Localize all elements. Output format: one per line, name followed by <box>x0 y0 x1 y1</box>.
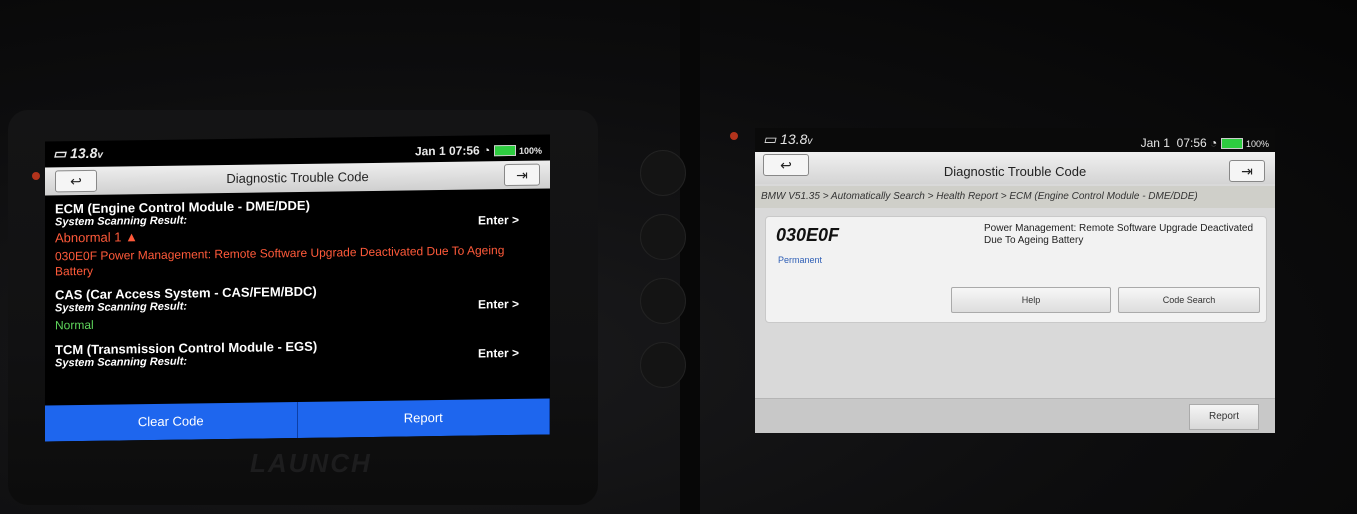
hardware-button[interactable] <box>640 278 686 324</box>
help-button[interactable]: Help <box>951 287 1111 313</box>
module-item-ecm[interactable]: ECM (Engine Control Module - DME/DDE) Sy… <box>55 195 545 280</box>
calendar-icon: ▭ <box>53 145 71 162</box>
status-normal: Normal <box>55 317 94 333</box>
screen-header: ↩ Diagnostic Trouble Code ⇥ <box>45 160 550 196</box>
voltage-readout: ▭ 13.8v <box>763 131 812 148</box>
battery-percent: 100% <box>518 145 542 156</box>
back-button[interactable]: ↩ <box>55 169 97 193</box>
exit-icon: ⇥ <box>1241 163 1253 179</box>
battery-icon <box>493 145 516 157</box>
clock: Jan 1 07:56 ◔ 100% <box>1141 136 1269 150</box>
voltage-value: 13.8 <box>780 131 808 147</box>
screen-header: ↩ Diagnostic Trouble Code ⇥ <box>755 152 1275 184</box>
exit-button[interactable]: ⇥ <box>504 163 540 187</box>
status-text: Abnormal 1 <box>55 229 122 246</box>
enter-button-cas[interactable]: Enter > <box>478 297 519 312</box>
report-button[interactable]: Report <box>1189 404 1259 430</box>
module-list: ECM (Engine Control Module - DME/DDE) Sy… <box>55 193 545 370</box>
battery-percent: 100% <box>1245 139 1269 149</box>
module-item-cas[interactable]: CAS (Car Access System - CAS/FEM/BDC) Sy… <box>55 281 545 333</box>
left-footer: Clear Code Report <box>45 398 550 442</box>
hardware-button[interactable] <box>640 150 686 196</box>
wifi-icon: ◔ <box>483 143 491 158</box>
right-footer: Report <box>755 398 1275 433</box>
voltage-unit: v <box>97 149 103 161</box>
voltage-readout: ▭ 13.8v <box>53 145 103 163</box>
exit-icon: ⇥ <box>516 166 528 183</box>
left-hardware-buttons <box>640 150 686 406</box>
time: 07:56 <box>1176 136 1207 150</box>
dtc-card: 030E0F Permanent Power Management: Remot… <box>765 216 1267 323</box>
left-led-indicator <box>32 172 40 180</box>
back-arrow-icon: ↩ <box>780 157 792 173</box>
dtc-state: Permanent <box>778 255 823 265</box>
hardware-button[interactable] <box>640 214 686 260</box>
clock: Jan 1 07:56 ◔ 100% <box>414 143 542 159</box>
left-screen: ▭ 13.8v Jan 1 07:56 ◔ 100% ↩ Diagnostic … <box>45 134 550 442</box>
back-arrow-icon: ↩ <box>70 173 82 190</box>
right-led-indicator <box>730 132 738 140</box>
dtc-code: 030E0F <box>776 225 840 245</box>
module-item-tcm[interactable]: TCM (Transmission Control Module - EGS) … <box>55 336 545 370</box>
clear-code-button[interactable]: Clear Code <box>45 402 298 442</box>
voltage-value: 13.8 <box>70 144 98 162</box>
date: Jan 1 <box>414 143 446 159</box>
warning-triangle-icon: ▲ <box>125 229 138 245</box>
brand-logo: LAUNCH <box>250 448 372 478</box>
voltage-unit: v <box>807 136 813 147</box>
calendar-icon: ▭ <box>763 131 781 147</box>
right-screen: ▭ 13.8v Jan 1 07:56 ◔ 100% ↩ Diagnostic … <box>755 128 1275 433</box>
breadcrumb: BMW V51.35 > Automatically Search > Heal… <box>755 186 1275 208</box>
exit-button[interactable]: ⇥ <box>1229 160 1265 182</box>
time: 07:56 <box>448 143 480 158</box>
code-search-button[interactable]: Code Search <box>1118 287 1260 313</box>
date: Jan 1 <box>1140 136 1170 150</box>
report-button[interactable]: Report <box>297 398 550 438</box>
header-title: Diagnostic Trouble Code <box>226 169 369 186</box>
back-button[interactable]: ↩ <box>763 154 809 176</box>
dtc-description: 030E0F Power Management: Remote Software… <box>55 243 505 279</box>
dtc-description: Power Management: Remote Software Upgrad… <box>984 223 1254 246</box>
hardware-button[interactable] <box>640 342 686 388</box>
enter-button-tcm[interactable]: Enter > <box>478 346 519 361</box>
battery-icon <box>1220 138 1243 150</box>
status-bar: ▭ 13.8v Jan 1 07:56 ◔ 100% <box>755 128 1275 152</box>
wifi-icon: ◔ <box>1210 136 1218 150</box>
header-title: Diagnostic Trouble Code <box>943 164 1087 179</box>
enter-button-ecm[interactable]: Enter > <box>478 213 519 228</box>
